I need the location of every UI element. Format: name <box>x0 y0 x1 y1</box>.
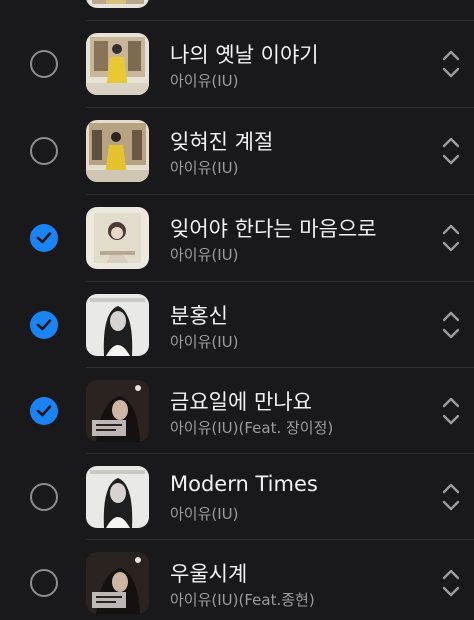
circle-checkbox-icon[interactable] <box>30 569 58 597</box>
album-art-thumbnail <box>86 207 149 269</box>
checkmark-icon[interactable] <box>30 224 58 252</box>
song-artist: 아이유(IU)(Feat. 장이정) <box>170 419 334 437</box>
album-art-thumbnail <box>86 120 149 182</box>
album-art-thumbnail <box>86 294 149 356</box>
song-artist: 아이유(IU)(Feat.종현) <box>170 591 315 609</box>
song-artist: 아이유(IU) <box>170 72 239 90</box>
reorder-handle-icon[interactable] <box>438 46 464 82</box>
list-item[interactable]: 잊어야 한다는 마음으로 아이유(IU) <box>0 195 474 281</box>
album-art-thumbnail <box>86 380 149 442</box>
partial-list-item <box>0 0 474 22</box>
song-title: 잊혀진 계절 <box>170 130 274 154</box>
album-art-thumbnail <box>86 466 149 528</box>
list-item[interactable]: 잊혀진 계절 아이유(IU) <box>0 108 474 194</box>
list-item[interactable]: Modern Times 아이유(IU) <box>0 454 474 540</box>
song-artist: 아이유(IU) <box>170 246 239 264</box>
song-title: 잊어야 한다는 마음으로 <box>170 217 377 241</box>
circle-checkbox-icon[interactable] <box>30 137 58 165</box>
reorder-handle-icon[interactable] <box>438 133 464 169</box>
song-title: 분홍신 <box>170 304 228 328</box>
song-title: 나의 옛날 이야기 <box>170 43 319 67</box>
song-title: 금요일에 만나요 <box>170 390 312 414</box>
album-art-thumbnail <box>86 552 149 614</box>
reorder-handle-icon[interactable] <box>438 220 464 256</box>
song-list: 나의 옛날 이야기 아이유(IU) 잊혀진 계절 아이유(IU) 잊어야 한다는… <box>0 0 474 620</box>
reorder-handle-icon[interactable] <box>438 307 464 343</box>
list-item[interactable]: 분홍신 아이유(IU) <box>0 282 474 368</box>
song-artist: 아이유(IU) <box>170 333 239 351</box>
list-item[interactable]: 나의 옛날 이야기 아이유(IU) <box>0 21 474 107</box>
checkmark-icon[interactable] <box>30 311 58 339</box>
list-item[interactable]: 우울시계 아이유(IU)(Feat.종현) <box>0 540 474 620</box>
checkmark-icon[interactable] <box>30 397 58 425</box>
circle-checkbox-icon[interactable] <box>30 50 58 78</box>
song-artist: 아이유(IU) <box>170 505 239 523</box>
reorder-handle-icon[interactable] <box>438 565 464 601</box>
song-title: 우울시계 <box>170 562 248 586</box>
album-art-thumbnail <box>86 33 149 95</box>
circle-checkbox-icon[interactable] <box>30 483 58 511</box>
list-item[interactable]: 금요일에 만나요 아이유(IU)(Feat. 장이정) <box>0 368 474 454</box>
song-title: Modern Times <box>170 472 318 496</box>
reorder-handle-icon[interactable] <box>438 393 464 429</box>
album-art-thumbnail <box>86 0 149 8</box>
reorder-handle-icon[interactable] <box>438 479 464 515</box>
song-artist: 아이유(IU) <box>170 159 239 177</box>
